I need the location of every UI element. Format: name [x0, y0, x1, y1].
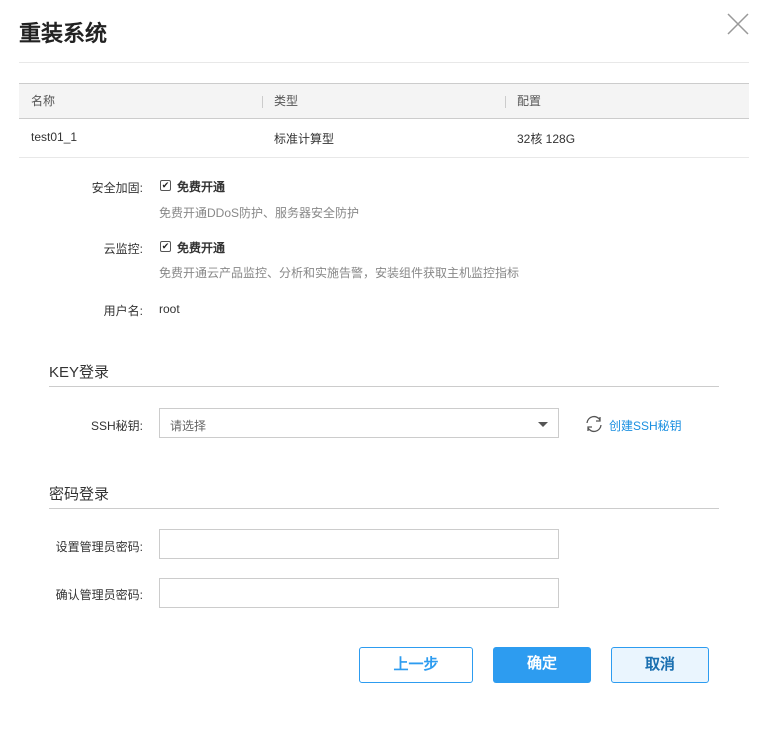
column-header-name: 名称 — [31, 94, 56, 108]
security-checkbox[interactable]: ✔ — [160, 180, 171, 191]
cell-config: 32核 128G — [517, 132, 576, 146]
confirm-password-input[interactable] — [159, 578, 559, 608]
key-section-title: KEY登录 — [49, 364, 110, 381]
confirm-password-label: 确认管理员密码: — [55, 588, 143, 602]
monitor-label: 云监控: — [103, 242, 143, 256]
close-icon[interactable] — [726, 12, 750, 36]
set-password-label: 设置管理员密码: — [55, 540, 143, 554]
security-label: 安全加固: — [91, 181, 143, 195]
ssh-key-label: SSH秘钥: — [90, 419, 143, 433]
security-hint: 免费开通DDoS防护、服务器安全防护 — [159, 206, 360, 220]
security-checkbox-label[interactable]: 免费开通 — [177, 178, 225, 195]
column-header-config: 配置 — [517, 94, 542, 108]
monitor-checkbox-label[interactable]: 免费开通 — [177, 239, 225, 256]
monitor-hint: 免费开通云产品监控、分析和实施告警，安装组件获取主机监控指标 — [159, 266, 520, 280]
divider — [49, 386, 719, 387]
dialog-title: 重装系统 — [19, 21, 108, 46]
divider — [19, 157, 749, 158]
divider — [19, 62, 749, 63]
chevron-down-icon — [538, 422, 548, 427]
divider — [49, 508, 719, 509]
previous-step-button[interactable]: 上一步 — [359, 647, 473, 683]
confirm-button[interactable]: 确定 — [493, 647, 591, 683]
ssh-key-placeholder: 请选择 — [170, 419, 207, 433]
monitor-checkbox[interactable]: ✔ — [160, 241, 171, 252]
cancel-button[interactable]: 取消 — [611, 647, 709, 683]
ssh-key-select[interactable]: 请选择 — [159, 408, 559, 438]
refresh-icon[interactable] — [584, 414, 604, 434]
cell-type: 标准计算型 — [274, 132, 335, 146]
username-label: 用户名: — [103, 304, 143, 318]
column-separator — [505, 96, 506, 108]
cell-name: test01_1 — [31, 130, 78, 144]
username-value: root — [159, 302, 180, 316]
column-separator — [262, 96, 263, 108]
column-header-type: 类型 — [274, 94, 299, 108]
create-ssh-key-link[interactable]: 创建SSH秘钥 — [609, 417, 682, 434]
password-section-title: 密码登录 — [49, 486, 110, 503]
table-header: 名称 类型 配置 — [19, 83, 749, 119]
set-password-input[interactable] — [159, 529, 559, 559]
